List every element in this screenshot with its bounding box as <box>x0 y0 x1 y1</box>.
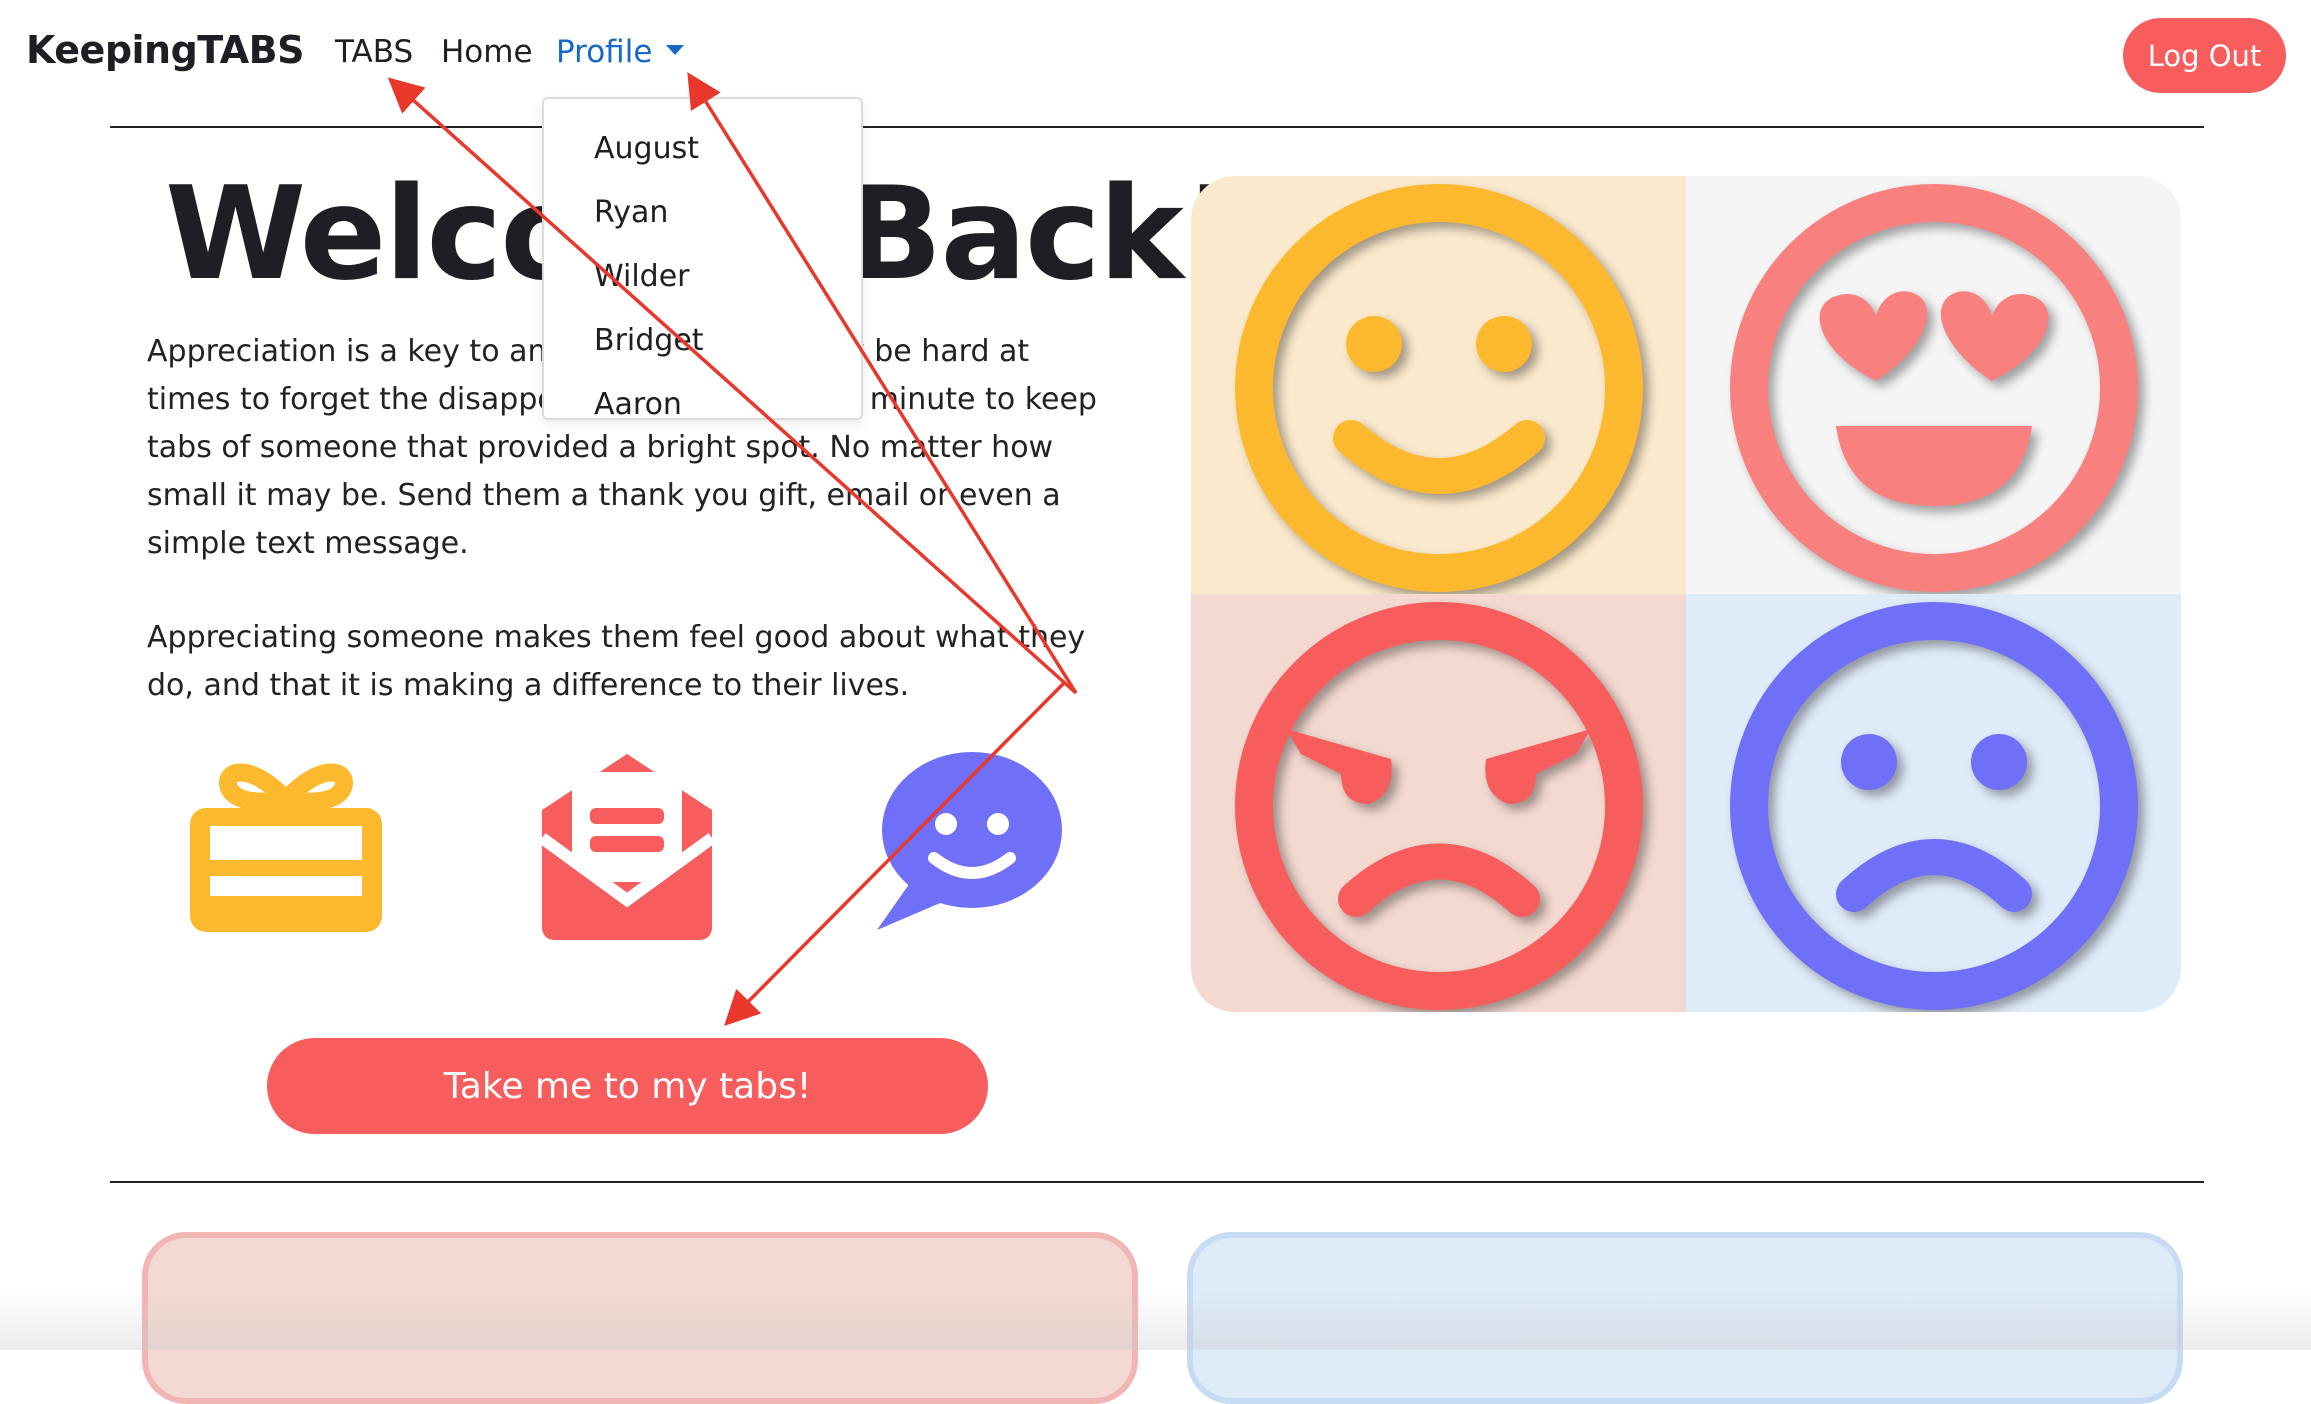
caret-down-icon <box>666 44 685 55</box>
smiling-face-tile <box>1191 176 1686 594</box>
logout-button[interactable]: Log Out <box>2123 18 2286 93</box>
nav-home-link[interactable]: Home <box>441 34 533 70</box>
bottom-divider <box>110 1181 2204 1183</box>
top-divider <box>110 126 2204 128</box>
heart-eyes-face-icon <box>1730 184 2138 592</box>
smiling-face-icon <box>1235 184 1643 592</box>
emotions-grid <box>1191 176 2181 1012</box>
profile-menu-item-ryan[interactable]: Ryan <box>594 195 668 230</box>
profile-dropdown-menu: August Ryan Wilder Bridget Aaron <box>542 97 863 422</box>
take-me-to-tabs-button[interactable]: Take me to my tabs! <box>267 1038 988 1134</box>
profile-menu-item-bridget[interactable]: Bridget <box>594 323 704 358</box>
heart-eyes-face-tile <box>1686 176 2181 594</box>
sad-face-icon <box>1730 602 2138 1010</box>
nav-profile-dropdown[interactable]: Profile <box>556 34 685 70</box>
angry-face-tile <box>1191 594 1686 1012</box>
sad-face-tile <box>1686 594 2181 1012</box>
gift-icon <box>180 750 392 946</box>
chat-smile-icon <box>872 750 1064 946</box>
profile-menu-item-aaron[interactable]: Aaron <box>594 387 682 422</box>
brand-logo[interactable]: KeepingTABS <box>26 28 305 72</box>
profile-menu-item-august[interactable]: August <box>594 131 699 166</box>
nav-profile-label: Profile <box>556 34 653 70</box>
angry-face-icon <box>1235 602 1643 1010</box>
profile-menu-item-wilder[interactable]: Wilder <box>594 259 690 294</box>
appreciation-paragraph: Appreciating someone makes them feel goo… <box>147 620 1086 703</box>
email-icon <box>532 750 722 946</box>
nav-tabs-link[interactable]: TABS <box>335 34 413 70</box>
bottom-card-right <box>1187 1232 2183 1404</box>
bottom-card-left <box>142 1232 1138 1404</box>
